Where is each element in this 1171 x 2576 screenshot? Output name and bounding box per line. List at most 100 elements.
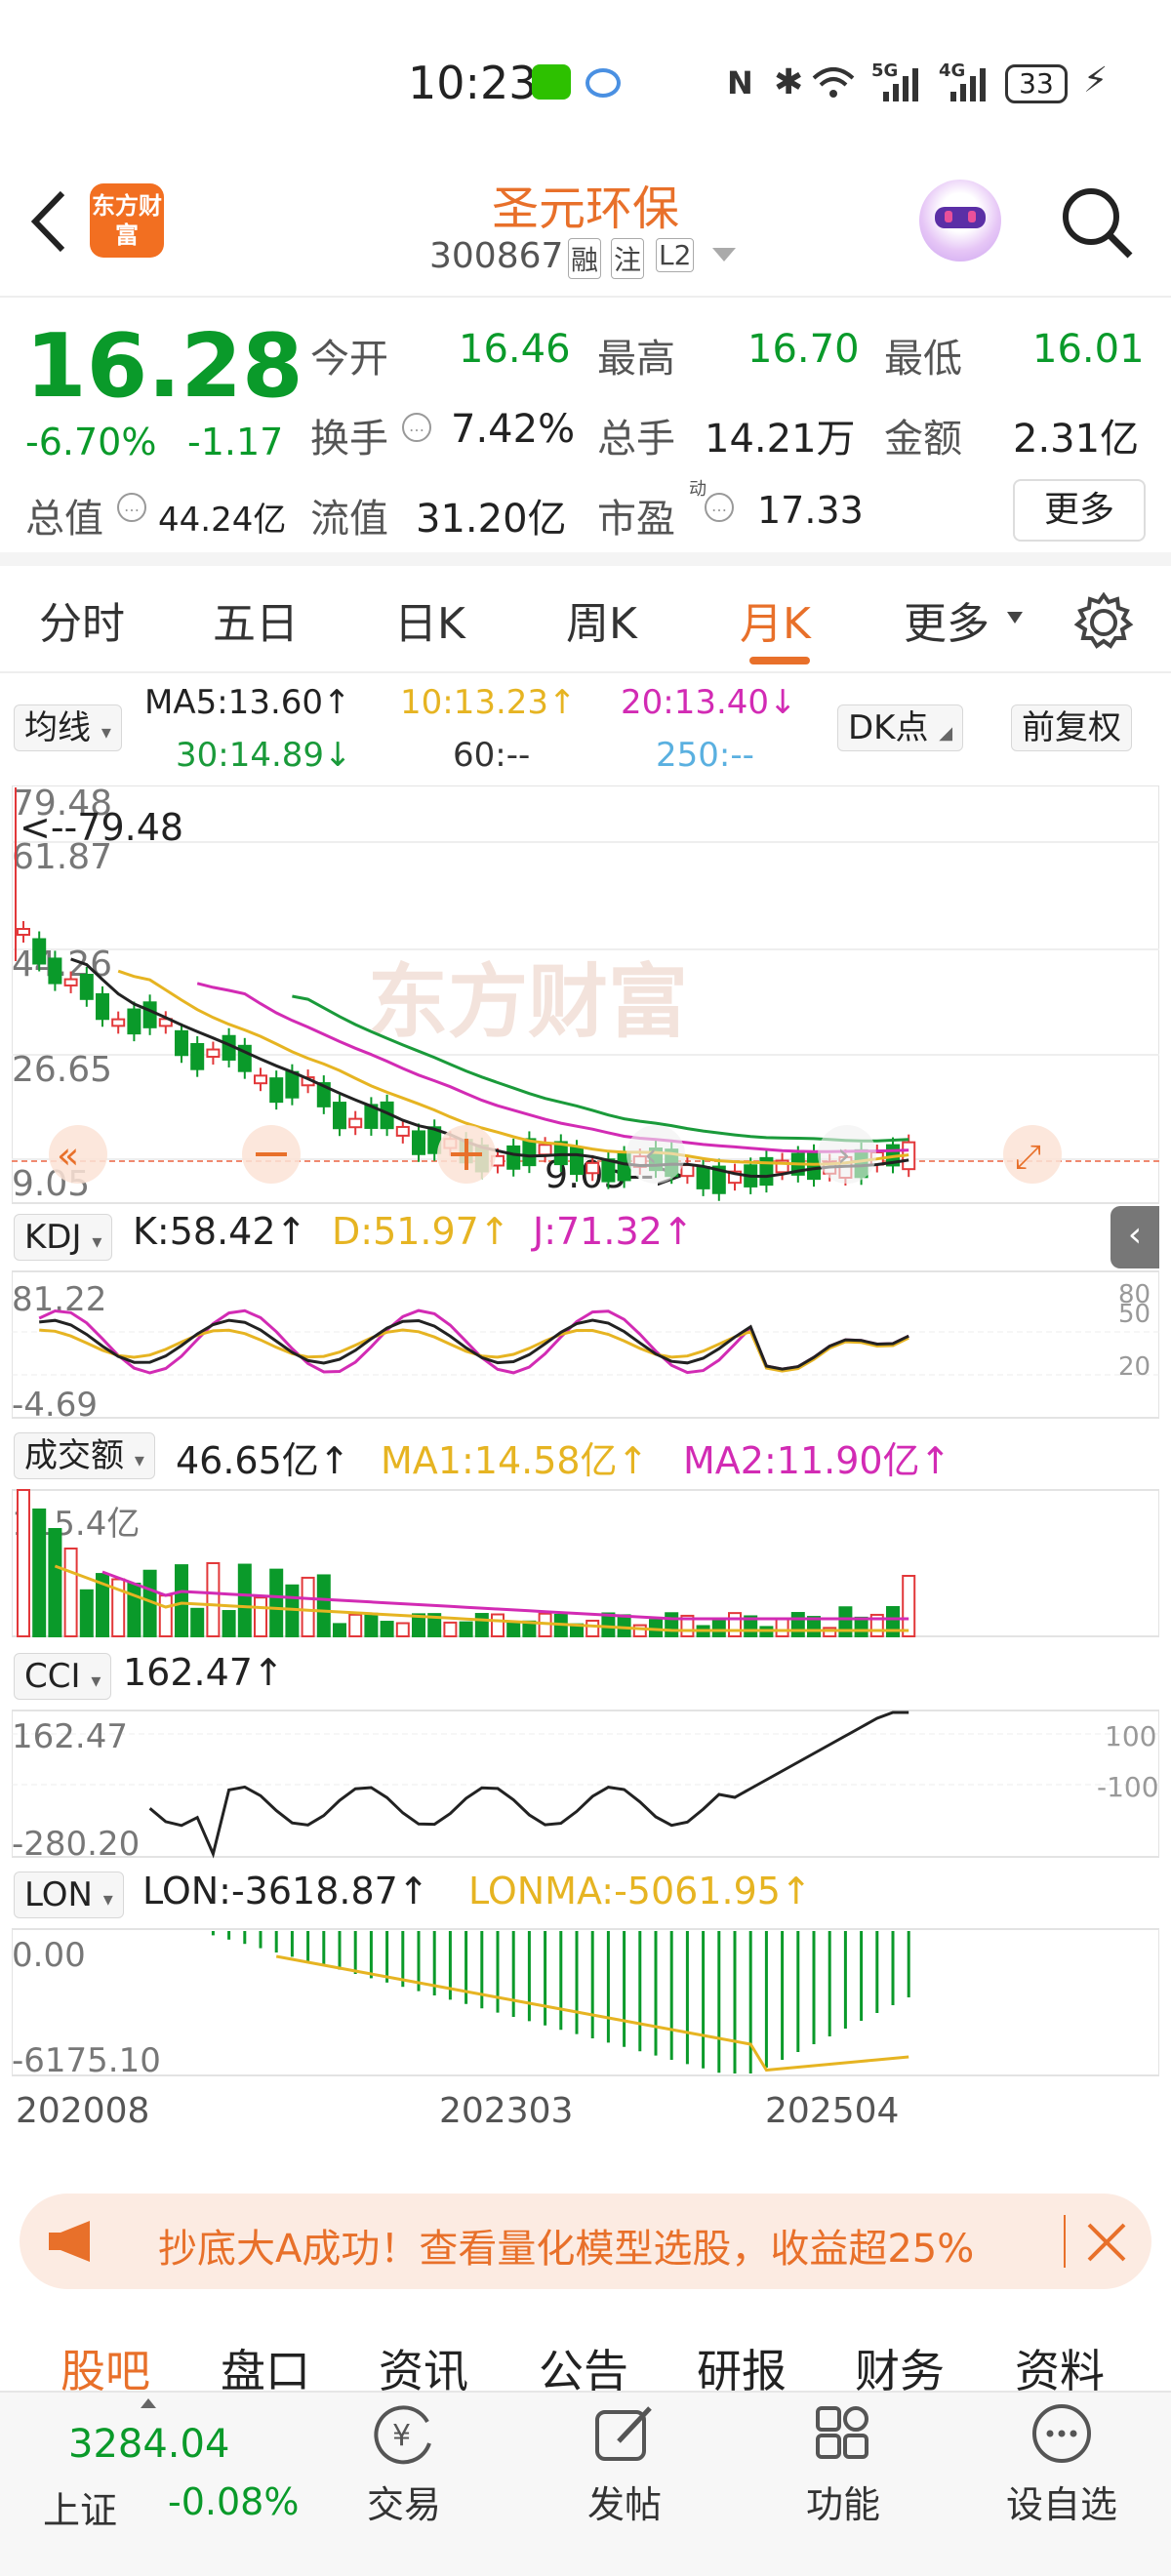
lon-selector[interactable]: LON ▾ (14, 1872, 124, 1918)
volume-bar (48, 1528, 62, 1637)
settings-gear-icon[interactable] (1073, 592, 1134, 653)
chevron-down-icon[interactable] (712, 248, 736, 262)
volume-bar (175, 1564, 188, 1637)
cci-y-bottom: -280.20 (12, 1825, 140, 1864)
x-label: 202303 (439, 2091, 573, 2131)
chevron-left-icon: ‹ (644, 1136, 658, 1175)
pe-dynamic-sup: 动 (689, 479, 707, 500)
vol-ma1-value: MA1:14.58亿↑ (381, 1439, 649, 1482)
chevron-left-icon: ‹ (1127, 1215, 1143, 1255)
lon-y-top: 0.00 (12, 1936, 86, 1975)
kdj-selector[interactable]: KDJ ▾ (14, 1214, 113, 1261)
candle-body (254, 1074, 267, 1085)
open-value: 16.46 (459, 327, 571, 372)
cci-selector[interactable]: CCI ▾ (14, 1653, 112, 1700)
lon-value: LON:-3618.87↑ (142, 1870, 429, 1912)
tab-more[interactable]: 更多 (904, 588, 989, 651)
more-button[interactable]: 更多 (1013, 479, 1146, 542)
robot-assistant-icon[interactable] (919, 180, 1001, 262)
tab-daily-k[interactable]: 日K (394, 588, 465, 651)
turnover-label: 换手 (310, 417, 388, 462)
yuan-trade-icon: ¥ (374, 2405, 431, 2465)
index-name[interactable]: 上证 (43, 2480, 117, 2534)
functions-button[interactable]: 功能 (765, 2402, 921, 2528)
stock-header: 东方财富 圣元环保 300867 融 注 L2 (0, 166, 1171, 298)
candle-body (48, 957, 62, 985)
candle-body (79, 973, 94, 1000)
search-icon[interactable] (1058, 183, 1136, 262)
more-dots-icon (1032, 2404, 1091, 2463)
tab-intraday[interactable]: 分时 (39, 588, 125, 651)
high-value: 16.70 (747, 327, 860, 372)
promo-banner[interactable]: 抄底大A成功！查看量化模型选股，收益超25% (20, 2194, 1151, 2289)
candle-body (190, 1042, 205, 1070)
vol-ma2-value: MA2:11.90亿↑ (683, 1439, 951, 1482)
volume-bar (63, 1548, 78, 1637)
side-panel-toggle[interactable]: ‹ (1110, 1206, 1159, 1268)
candle-body (506, 1145, 521, 1170)
status-time: 10:23 (408, 57, 538, 109)
candle-body (17, 928, 30, 936)
float-value: 31.20亿 (416, 497, 567, 542)
candle-body (348, 1117, 363, 1129)
charging-icon: ⚡ (1083, 60, 1109, 101)
watermark: 东方财富 (368, 958, 688, 1047)
volume-bar (395, 1622, 410, 1637)
ma30-value: 30:14.89↓ (176, 736, 352, 775)
mktcap-value: 44.24亿 (158, 501, 287, 540)
volume-label: 总手 (597, 417, 675, 462)
volume-bar (17, 1489, 30, 1637)
section-tabs: 股吧 盘口 资讯 公告 研报 财务 资料 (0, 2313, 1171, 2397)
caret-up-icon (141, 2398, 156, 2408)
ma-selector[interactable]: 均线 ▾ (14, 704, 122, 751)
low-label: 最低 (884, 337, 962, 382)
info-icon[interactable]: … (117, 493, 146, 522)
add-watchlist-button[interactable]: 设自选 (984, 2402, 1140, 2528)
amount-label: 金额 (884, 417, 962, 462)
volume-bar (459, 1621, 473, 1637)
y-label: 26.65 (12, 1050, 112, 1090)
volume-bar (380, 1621, 394, 1637)
chevron-right-icon: › (837, 1136, 851, 1175)
change-value: -1.17 (187, 421, 284, 463)
candle-body (111, 1018, 126, 1027)
candle-body (175, 1029, 188, 1057)
candle-body (395, 1125, 410, 1137)
pe-label: 市盈 (597, 497, 675, 542)
trade-button[interactable]: ¥ 交易 (326, 2402, 482, 2528)
dk-point-selector[interactable]: DK点 ◢ (837, 704, 964, 751)
adjust-selector[interactable]: 前复权 (1011, 704, 1132, 751)
candle-body (680, 1164, 695, 1178)
index-change[interactable]: -0.08% (168, 2480, 299, 2523)
tab-five-day[interactable]: 五日 (213, 588, 299, 651)
post-button[interactable]: 发帖 (546, 2402, 703, 2528)
info-icon[interactable]: … (402, 413, 431, 442)
volume-bar (254, 1596, 267, 1637)
volume-value: 14.21万 (705, 417, 856, 462)
ma5-value: MA5:13.60↑ (144, 683, 351, 722)
volume-bar (443, 1621, 458, 1637)
signal-icon (883, 68, 918, 101)
kdj-k-line (39, 1318, 909, 1371)
max-marker: <--79.48 (20, 806, 183, 849)
volume-selector[interactable]: 成交额 ▾ (14, 1432, 155, 1479)
bluetooth-icon: ✱ (774, 62, 804, 102)
ma10-value: 10:13.23↑ (400, 683, 577, 722)
lon-pane-frame (11, 1928, 1160, 2076)
tab-monthly-k[interactable]: 月K (740, 588, 811, 651)
expand-icon: ⤢ (1015, 1138, 1041, 1177)
volume-bar (301, 1576, 315, 1638)
info-icon[interactable]: … (705, 493, 734, 522)
tab-weekly-k[interactable]: 周K (566, 588, 637, 651)
kdj-y-bottom: -4.69 (12, 1386, 98, 1425)
volume-bar (127, 1583, 141, 1637)
volume-bar (886, 1606, 900, 1637)
caret-down-icon (1007, 612, 1023, 624)
volume-bar (158, 1594, 173, 1637)
close-icon[interactable] (1085, 2221, 1128, 2264)
wifi-icon (812, 67, 855, 98)
promo-text: 抄底大A成功！查看量化模型选股，收益超25% (158, 2227, 975, 2272)
y-label: 44.26 (12, 945, 112, 985)
index-value[interactable]: 3284.04 (68, 2422, 229, 2467)
kdj-ref-label: 20 (1118, 1352, 1151, 1382)
